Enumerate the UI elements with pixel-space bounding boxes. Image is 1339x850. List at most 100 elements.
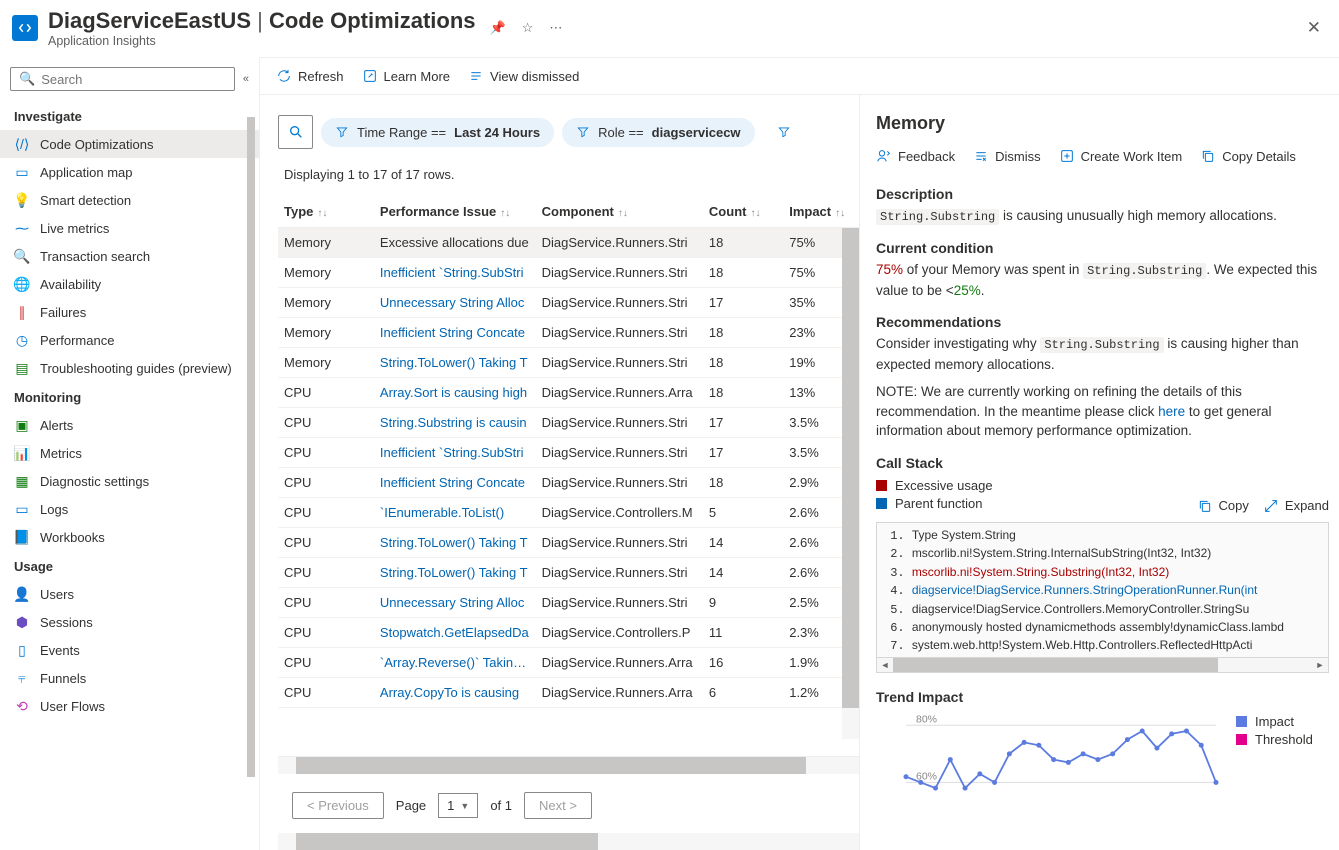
search-input[interactable] <box>41 72 226 87</box>
sidebar-item-label: User Flows <box>40 699 105 714</box>
code-icon: ⟨/⟩ <box>14 136 30 152</box>
recommendations-text: Consider investigating why String.Substr… <box>876 334 1329 374</box>
detail-title: Memory <box>876 113 1329 134</box>
sidebar-item-failures[interactable]: ∥Failures <box>0 298 259 326</box>
table-row[interactable]: MemoryString.ToLower() Taking TDiagServi… <box>278 348 859 378</box>
table-row[interactable]: CPUArray.Sort is causing highDiagService… <box>278 378 859 408</box>
sidebar-item-live-metrics[interactable]: ⁓Live metrics <box>0 214 259 242</box>
toolbar: Refresh Learn More View dismissed <box>260 58 1339 94</box>
trend-heading: Trend Impact <box>876 689 1329 705</box>
table-row[interactable]: MemoryExcessive allocations dueDiagServi… <box>278 228 859 258</box>
table-row[interactable]: CPUString.Substring is causinDiagService… <box>278 408 859 438</box>
col-type[interactable]: Type↑↓ <box>278 196 374 228</box>
trend-chart: 80%60% <box>876 711 1236 811</box>
sidebar-item-label: Code Optimizations <box>40 137 153 152</box>
sidebar-item-workbooks[interactable]: 📘Workbooks <box>0 523 259 551</box>
close-icon[interactable]: ✕ <box>1307 18 1321 38</box>
add-filter[interactable] <box>763 118 805 146</box>
star-icon[interactable]: ☆ <box>522 20 534 36</box>
role-filter[interactable]: Role == diagservicecw <box>562 118 754 147</box>
sidebar-item-funnels[interactable]: ⫧Funnels <box>0 664 259 692</box>
globe-icon: 🌐 <box>14 276 30 292</box>
learn-more-button[interactable]: Learn More <box>362 68 450 84</box>
sidebar-item-events[interactable]: ▯Events <box>0 636 259 664</box>
next-button[interactable]: Next > <box>524 792 592 819</box>
results-table: Type↑↓ Performance Issue↑↓ Component↑↓ C… <box>278 196 859 757</box>
table-row[interactable]: MemoryInefficient `String.SubStriDiagSer… <box>278 258 859 288</box>
sidebar-item-smart-detection[interactable]: 💡Smart detection <box>0 186 259 214</box>
legend-threshold: Threshold <box>1236 732 1329 747</box>
copy-details-button[interactable]: Copy Details <box>1200 148 1296 164</box>
table-row[interactable]: CPU`Array.Reverse()` Taking TDiagService… <box>278 648 859 678</box>
page-select[interactable]: 1▼ <box>438 793 478 818</box>
pane-divider[interactable]: 〉 <box>859 95 866 850</box>
pin-icon[interactable]: 📌 <box>490 20 506 36</box>
search-icon: 🔍 <box>14 248 30 264</box>
sidebar-item-label: Metrics <box>40 446 82 461</box>
sidebar-item-performance[interactable]: ◷Performance <box>0 326 259 354</box>
sidebar-item-label: Sessions <box>40 615 93 630</box>
sidebar-item-sessions[interactable]: ⬢ Sessions <box>0 608 259 636</box>
results-pane: Time Range == Last 24 Hours Role == diag… <box>260 95 859 850</box>
here-link[interactable]: here <box>1158 404 1185 419</box>
table-row[interactable]: CPUInefficient String ConcateDiagService… <box>278 468 859 498</box>
table-row[interactable]: CPUString.ToLower() Taking TDiagService.… <box>278 528 859 558</box>
col-count[interactable]: Count↑↓ <box>703 196 783 228</box>
table-h-scrollbar[interactable] <box>278 757 859 774</box>
sidebar-item-availability[interactable]: 🌐 Availability <box>0 270 259 298</box>
table-row[interactable]: CPUStopwatch.GetElapsedDaDiagService.Con… <box>278 618 859 648</box>
col-impact[interactable]: Impact↑↓ <box>783 196 859 228</box>
refresh-button[interactable]: Refresh <box>276 68 344 84</box>
create-work-item-button[interactable]: Create Work Item <box>1059 148 1183 164</box>
sidebar-item-diagnostic-settings[interactable]: ▦Diagnostic settings <box>0 467 259 495</box>
copy-stack-button[interactable]: Copy <box>1197 498 1249 514</box>
detail-pane: 〉 Memory Feedback Dismiss Create Work It… <box>859 95 1339 850</box>
metrics-icon: 📊 <box>14 445 30 461</box>
description-heading: Description <box>876 186 1329 202</box>
callstack[interactable]: 1. Type System.String 2. mscorlib.ni!Sys… <box>876 522 1329 658</box>
col-issue[interactable]: Performance Issue↑↓ <box>374 196 536 228</box>
sidebar-item-label: Availability <box>40 277 101 292</box>
prev-button[interactable]: < Previous <box>292 792 384 819</box>
feedback-button[interactable]: Feedback <box>876 148 955 164</box>
sidebar-search[interactable]: 🔍 <box>10 67 235 91</box>
sidebar-item-logs[interactable]: ▭Logs <box>0 495 259 523</box>
events-icon: ▯ <box>14 642 30 658</box>
expand-stack-button[interactable]: Expand <box>1263 498 1329 514</box>
sidebar-item-code-optimizations[interactable]: ⟨/⟩ Code Optimizations <box>0 130 259 158</box>
table-row[interactable]: CPU`IEnumerable.ToList()DiagService.Cont… <box>278 498 859 528</box>
col-component[interactable]: Component↑↓ <box>536 196 703 228</box>
table-row[interactable]: MemoryInefficient String ConcateDiagServ… <box>278 318 859 348</box>
sidebar-item-application-map[interactable]: ▭Application map <box>0 158 259 186</box>
callstack-scrollbar[interactable]: ◄► <box>876 658 1329 673</box>
table-row[interactable]: CPUString.ToLower() Taking TDiagService.… <box>278 558 859 588</box>
page-title: DiagServiceEastUS | Code Optimizations <box>48 8 476 34</box>
pane-h-scrollbar[interactable] <box>278 833 859 850</box>
sidebar-item-alerts[interactable]: ▣Alerts <box>0 411 259 439</box>
sidebar-scrollbar[interactable] <box>244 117 258 817</box>
wb-icon: 📘 <box>14 529 30 545</box>
users-icon: 👤 <box>14 586 30 602</box>
section-monitoring: Monitoring <box>0 382 259 411</box>
table-row[interactable]: MemoryUnnecessary String AllocDiagServic… <box>278 288 859 318</box>
more-icon[interactable]: ⋯ <box>549 20 562 36</box>
sidebar-item-label: Failures <box>40 305 86 320</box>
table-row[interactable]: CPUUnnecessary String AllocDiagService.R… <box>278 588 859 618</box>
time-range-filter[interactable]: Time Range == Last 24 Hours <box>321 118 554 147</box>
table-row[interactable]: CPUArray.CopyTo is causingDiagService.Ru… <box>278 678 859 708</box>
sidebar-item-transaction-search[interactable]: 🔍Transaction search <box>0 242 259 270</box>
sess-icon: ⬢ <box>14 614 30 630</box>
table-row[interactable]: CPUInefficient `String.SubStriDiagServic… <box>278 438 859 468</box>
dismiss-button[interactable]: Dismiss <box>973 148 1041 164</box>
view-dismissed-button[interactable]: View dismissed <box>468 68 579 84</box>
sidebar-collapse-icon[interactable]: « <box>243 73 249 85</box>
sidebar-item-troubleshooting-guides-preview-[interactable]: ▤Troubleshooting guides (preview) <box>0 354 259 382</box>
filter-search-button[interactable] <box>278 115 313 149</box>
sidebar-item-metrics[interactable]: 📊 Metrics <box>0 439 259 467</box>
sidebar-item-user-flows[interactable]: ⟲ User Flows <box>0 692 259 720</box>
flows-icon: ⟲ <box>14 698 30 714</box>
sidebar-item-users[interactable]: 👤Users <box>0 580 259 608</box>
book-icon: ▤ <box>14 360 30 376</box>
table-v-scrollbar[interactable] <box>842 228 859 739</box>
sidebar-item-label: Smart detection <box>40 193 131 208</box>
